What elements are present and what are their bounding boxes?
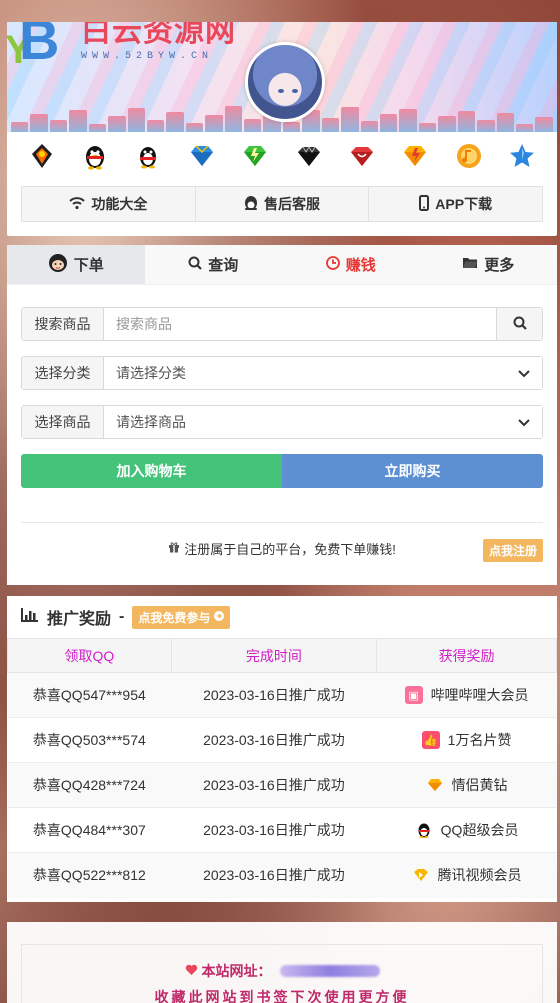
- search-button[interactable]: [496, 308, 542, 340]
- search-icon: [188, 256, 203, 274]
- wifi-icon: [69, 196, 86, 213]
- promo-header: 推广奖励 - 点我免费参与: [7, 596, 557, 638]
- app-download-button[interactable]: APP下载: [369, 187, 542, 221]
- table-row: 恭喜QQ484***307 2023-03-16日推广成功 QQ超级会员: [7, 807, 557, 853]
- customer-service-button[interactable]: 售后客服: [196, 187, 370, 221]
- black-diamond-icon[interactable]: [294, 141, 324, 171]
- table-row: 恭喜QQ522***812 2023-03-16日推广成功 腾讯视频会员: [7, 852, 557, 898]
- heart-icon: [185, 963, 198, 979]
- logo-mark-icon: YB: [7, 22, 60, 72]
- logo-url: WWW.52BYW.CN: [81, 50, 214, 62]
- star-icon[interactable]: [507, 141, 537, 171]
- header-panel: YB 白云资源网 WWW.52BYW.CN 功能大全 售后客服 APP下载: [7, 22, 557, 236]
- arrow-right-icon: [214, 610, 225, 624]
- promo-table: 领取QQ 完成时间 获得奖励 恭喜QQ547***954 2023-03-16日…: [7, 638, 557, 898]
- buy-now-button[interactable]: 立即购买: [282, 454, 543, 488]
- order-panel: 下单 查询 赚钱 更多 搜索商品 搜索商品 选择分类 请选择分类 选择商品 请选…: [7, 245, 557, 585]
- category-select[interactable]: 请选择分类: [104, 357, 542, 389]
- logo-title: 白云资源网: [81, 22, 236, 49]
- yellow-diamond-icon: [426, 776, 444, 794]
- avatar: [245, 42, 325, 122]
- site-info-panel: 本站网址： 收藏此网站到书签下次使用更方便: [7, 922, 557, 1003]
- register-text: 注册属于自己的平台，免费下单赚钱!: [184, 542, 396, 557]
- promo-dash: -: [119, 608, 125, 625]
- qq-penguin-icon[interactable]: [80, 141, 110, 171]
- category-label: 选择分类: [22, 357, 104, 389]
- mobile-icon: [419, 194, 430, 214]
- buy-actions: 加入购物车 立即购买: [21, 454, 543, 488]
- blue-diamond-icon[interactable]: [187, 141, 217, 171]
- product-label: 选择商品: [22, 406, 104, 438]
- table-row: 恭喜QQ547***954 2023-03-16日推广成功 ▣ 哔哩哔哩大会员: [7, 672, 557, 718]
- site-url-redacted: [279, 965, 380, 977]
- gift-icon: [168, 541, 180, 556]
- banner: YB 白云资源网 WWW.52BYW.CN: [7, 22, 557, 132]
- tencent-video-icon: [412, 866, 430, 884]
- search-icon: [513, 316, 527, 333]
- bar-chart-icon: [21, 607, 39, 627]
- qq-penguin-red-icon[interactable]: [133, 141, 163, 171]
- yellow-diamond-icon[interactable]: [400, 141, 430, 171]
- add-to-cart-button[interactable]: 加入购物车: [21, 454, 282, 488]
- free-join-button[interactable]: 点我免费参与: [132, 605, 231, 629]
- service-icon: [244, 195, 258, 214]
- search-group: 搜索商品: [21, 307, 543, 341]
- icon-row: [7, 132, 557, 180]
- chevron-down-icon: [518, 365, 530, 381]
- music-icon[interactable]: [454, 141, 484, 171]
- product-group: 选择商品 请选择商品: [21, 405, 543, 439]
- site-url-label: 本站网址：: [201, 963, 272, 979]
- register-row: 注册属于自己的平台，免费下单赚钱! 点我注册: [21, 522, 543, 562]
- promo-panel: 推广奖励 - 点我免费参与 领取QQ 完成时间 获得奖励 恭喜QQ547***9…: [7, 596, 557, 902]
- qq-flame-icon[interactable]: [27, 141, 57, 171]
- column-header: 领取QQ: [7, 638, 172, 673]
- tab-query[interactable]: 查询: [145, 245, 283, 284]
- feature-nav: 功能大全 售后客服 APP下载: [21, 186, 543, 222]
- green-diamond-icon[interactable]: [240, 141, 270, 171]
- thumbs-up-icon: 👍: [421, 731, 440, 749]
- register-button[interactable]: 点我注册: [482, 539, 543, 562]
- site-url-line: 本站网址：: [22, 961, 542, 981]
- search-input[interactable]: [104, 308, 496, 340]
- product-select[interactable]: 请选择商品: [104, 406, 542, 438]
- tab-earn[interactable]: 赚钱: [282, 245, 420, 284]
- site-logo[interactable]: YB 白云资源网 WWW.52BYW.CN: [7, 22, 236, 72]
- order-form: 搜索商品 选择分类 请选择分类 选择商品 请选择商品: [7, 285, 557, 562]
- tab-more[interactable]: 更多: [420, 245, 558, 284]
- chevron-down-icon: [518, 414, 530, 430]
- bookmark-hint: 收藏此网站到书签下次使用更方便: [154, 989, 410, 1003]
- site-info-box: 本站网址： 收藏此网站到书签下次使用更方便: [21, 944, 543, 1003]
- column-header: 获得奖励: [376, 638, 557, 673]
- user-avatar-icon: [48, 253, 68, 277]
- search-label: 搜索商品: [22, 308, 104, 340]
- order-tabs: 下单 查询 赚钱 更多: [7, 245, 557, 285]
- bilibili-icon: ▣: [404, 686, 423, 704]
- folder-icon: [462, 256, 478, 273]
- money-icon: [325, 255, 340, 274]
- qq-penguin-icon: [415, 821, 433, 839]
- promo-title: 推广奖励: [47, 611, 112, 628]
- category-group: 选择分类 请选择分类: [21, 356, 543, 390]
- table-row: 恭喜QQ428***724 2023-03-16日推广成功 情侣黄钻: [7, 762, 557, 808]
- tab-order[interactable]: 下单: [7, 245, 145, 284]
- table-row: 恭喜QQ503***574 2023-03-16日推广成功 👍 1万名片赞: [7, 717, 557, 763]
- column-header: 完成时间: [170, 638, 378, 673]
- features-button[interactable]: 功能大全: [22, 187, 196, 221]
- red-diamond-icon[interactable]: [347, 141, 377, 171]
